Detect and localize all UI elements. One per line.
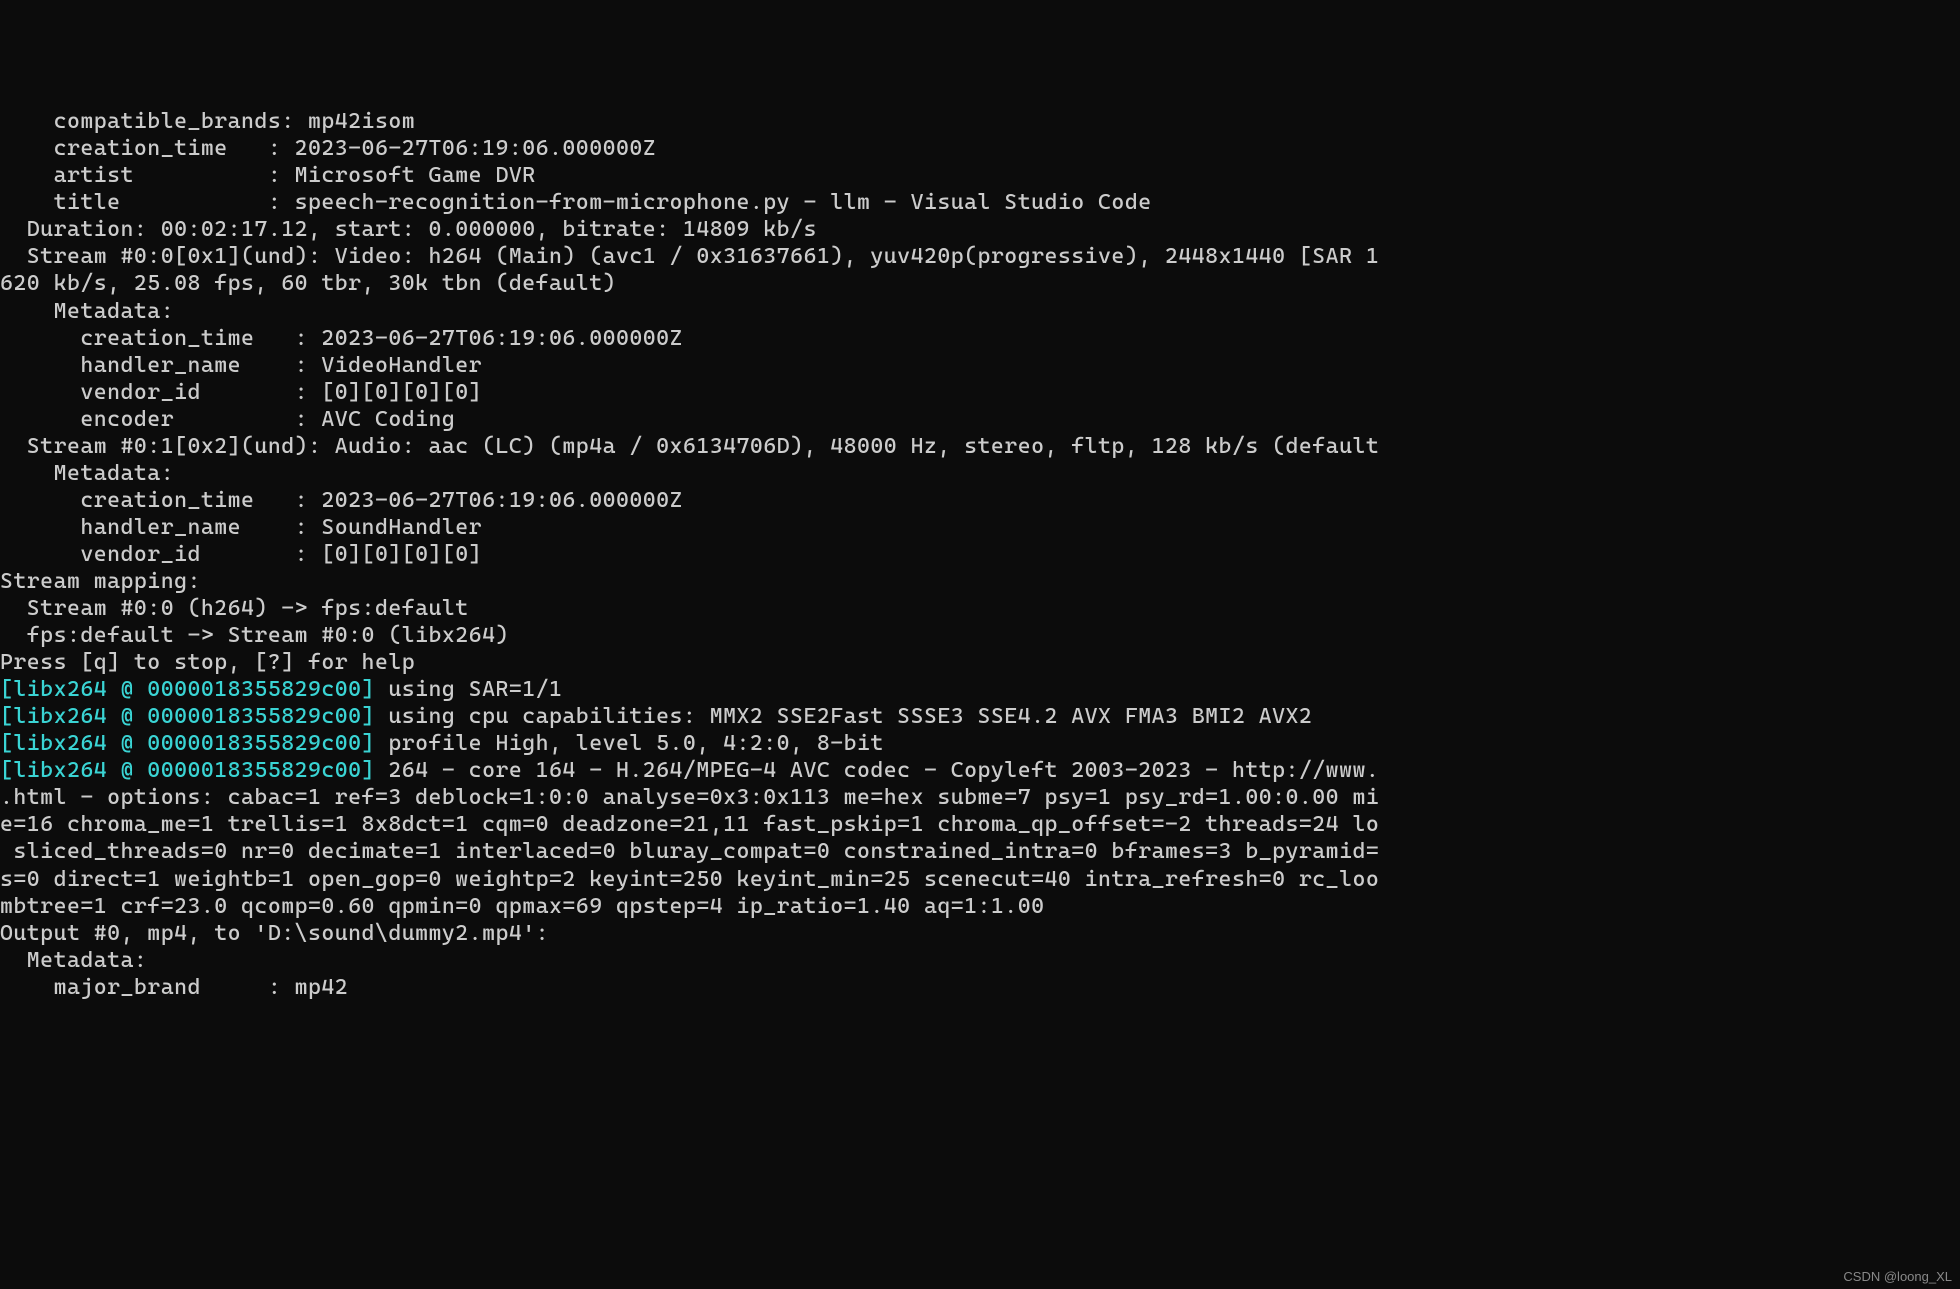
libx264-options-3: sliced_threads=0 nr=0 decimate=1 interla… xyxy=(0,839,1379,864)
stream-mapping-header: Stream mapping: xyxy=(0,569,201,594)
audio-vendor-id: vendor_id : [0][0][0][0] xyxy=(0,542,482,567)
output-major-brand: major_brand : mp42 xyxy=(0,975,348,1000)
libx264-tag: [libx264 @ 0000018355829c00] xyxy=(0,704,375,729)
libx264-options-4: s=0 direct=1 weightb=1 open_gop=0 weight… xyxy=(0,867,1379,892)
stream-audio-line: Stream #0:1[0x2](und): Audio: aac (LC) (… xyxy=(0,434,1379,459)
metadata-compatible-brands: compatible_brands: mp42isom xyxy=(0,109,415,134)
libx264-tag: [libx264 @ 0000018355829c00] xyxy=(0,677,375,702)
output-metadata-header: Metadata: xyxy=(0,948,147,973)
stream-video-line: Stream #0:0[0x1](und): Video: h264 (Main… xyxy=(0,244,1379,269)
watermark-text: CSDN @loong_XL xyxy=(1843,1269,1952,1285)
libx264-tag: [libx264 @ 0000018355829c00] xyxy=(0,731,375,756)
output-line: Output #0, mp4, to 'D:\sound\dummy2.mp4'… xyxy=(0,921,549,946)
audio-creation-time: creation_time : 2023-06-27T06:19:06.0000… xyxy=(0,488,683,513)
libx264-cpu: using cpu capabilities: MMX2 SSE2Fast SS… xyxy=(375,704,1312,729)
libx264-core: 264 - core 164 - H.264/MPEG-4 AVC codec … xyxy=(375,758,1379,783)
press-q-hint: Press [q] to stop, [?] for help xyxy=(0,650,415,675)
libx264-sar: using SAR=1/1 xyxy=(375,677,562,702)
audio-handler-name: handler_name : SoundHandler xyxy=(0,515,482,540)
metadata-header: Metadata: xyxy=(0,299,174,324)
video-handler-name: handler_name : VideoHandler xyxy=(0,353,482,378)
audio-metadata-header: Metadata: xyxy=(0,461,174,486)
terminal-output[interactable]: compatible_brands: mp42isom creation_tim… xyxy=(0,108,1960,1001)
libx264-profile: profile High, level 5.0, 4:2:0, 8-bit xyxy=(375,731,884,756)
video-creation-time: creation_time : 2023-06-27T06:19:06.0000… xyxy=(0,326,683,351)
stream-video-cont: 620 kb/s, 25.08 fps, 60 tbr, 30k tbn (de… xyxy=(0,271,616,296)
video-encoder: encoder : AVC Coding xyxy=(0,407,455,432)
libx264-options-2: e=16 chroma_me=1 trellis=1 8x8dct=1 cqm=… xyxy=(0,812,1379,837)
libx264-options-5: mbtree=1 crf=23.0 qcomp=0.60 qpmin=0 qpm… xyxy=(0,894,1044,919)
duration-line: Duration: 00:02:17.12, start: 0.000000, … xyxy=(0,217,817,242)
metadata-title: title : speech-recognition-from-micropho… xyxy=(0,190,1152,215)
libx264-options-1: .html - options: cabac=1 ref=3 deblock=1… xyxy=(0,785,1379,810)
metadata-artist: artist : Microsoft Game DVR xyxy=(0,163,536,188)
libx264-tag: [libx264 @ 0000018355829c00] xyxy=(0,758,375,783)
stream-map-0: Stream #0:0 (h264) -> fps:default xyxy=(0,596,469,621)
metadata-creation-time: creation_time : 2023-06-27T06:19:06.0000… xyxy=(0,136,656,161)
stream-map-1: fps:default -> Stream #0:0 (libx264) xyxy=(0,623,509,648)
video-vendor-id: vendor_id : [0][0][0][0] xyxy=(0,380,482,405)
